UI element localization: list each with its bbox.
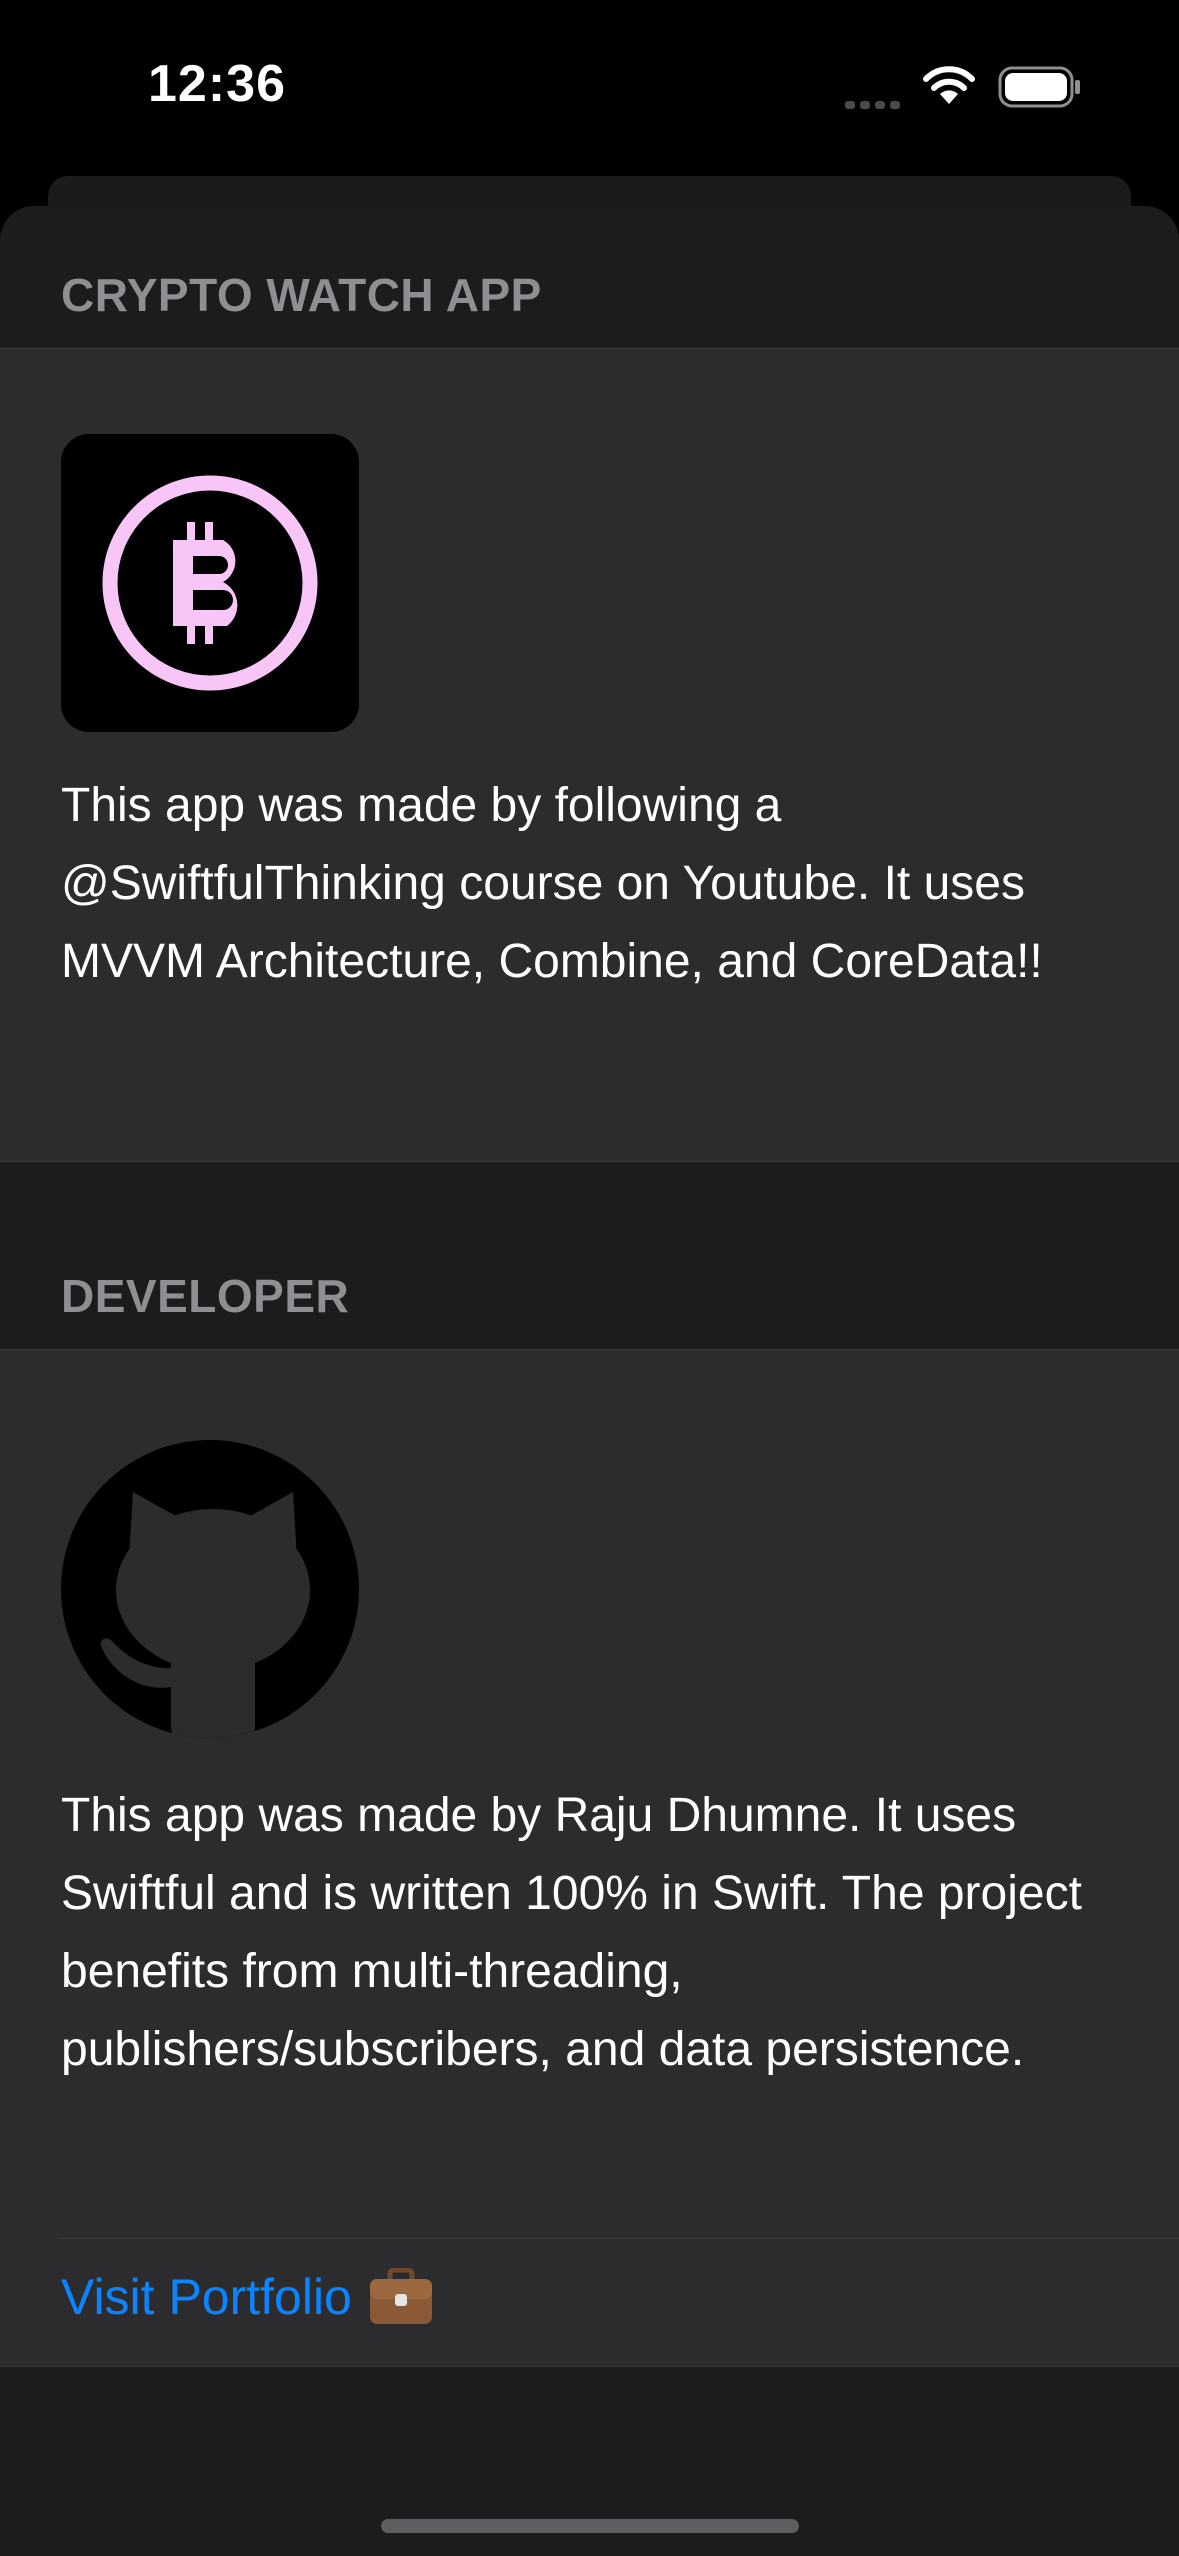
status-bar: 12:36 xyxy=(0,0,1179,175)
developer-info-card: This app was made by Raju Dhumne. It use… xyxy=(0,1349,1179,2367)
github-logo xyxy=(61,1440,359,1738)
briefcase-icon xyxy=(369,2268,432,2324)
home-indicator xyxy=(381,2519,799,2533)
row-divider xyxy=(61,2238,1179,2239)
settings-sheet: CRYPTO WATCH APP This app was made by fo… xyxy=(0,206,1179,2556)
battery-icon xyxy=(998,66,1080,108)
status-time: 12:36 xyxy=(148,55,286,113)
section-header-developer: DEVELOPER xyxy=(61,1270,350,1322)
section-header-app: CRYPTO WATCH APP xyxy=(61,269,542,321)
bitcoin-icon xyxy=(102,475,318,691)
github-icon xyxy=(100,1492,310,1738)
wifi-icon xyxy=(923,66,975,104)
app-description: This app was made by following a @Swiftf… xyxy=(61,779,1043,988)
app-logo xyxy=(61,434,359,732)
cellular-signal-icon xyxy=(845,96,905,114)
developer-description: This app was made by Raju Dhumne. It use… xyxy=(61,1789,1082,2076)
app-info-card: This app was made by following a @Swiftf… xyxy=(0,348,1179,1162)
portfolio-link-label: Visit Portfolio xyxy=(61,2269,352,2325)
visit-portfolio-link[interactable]: Visit Portfolio xyxy=(61,2268,434,2326)
